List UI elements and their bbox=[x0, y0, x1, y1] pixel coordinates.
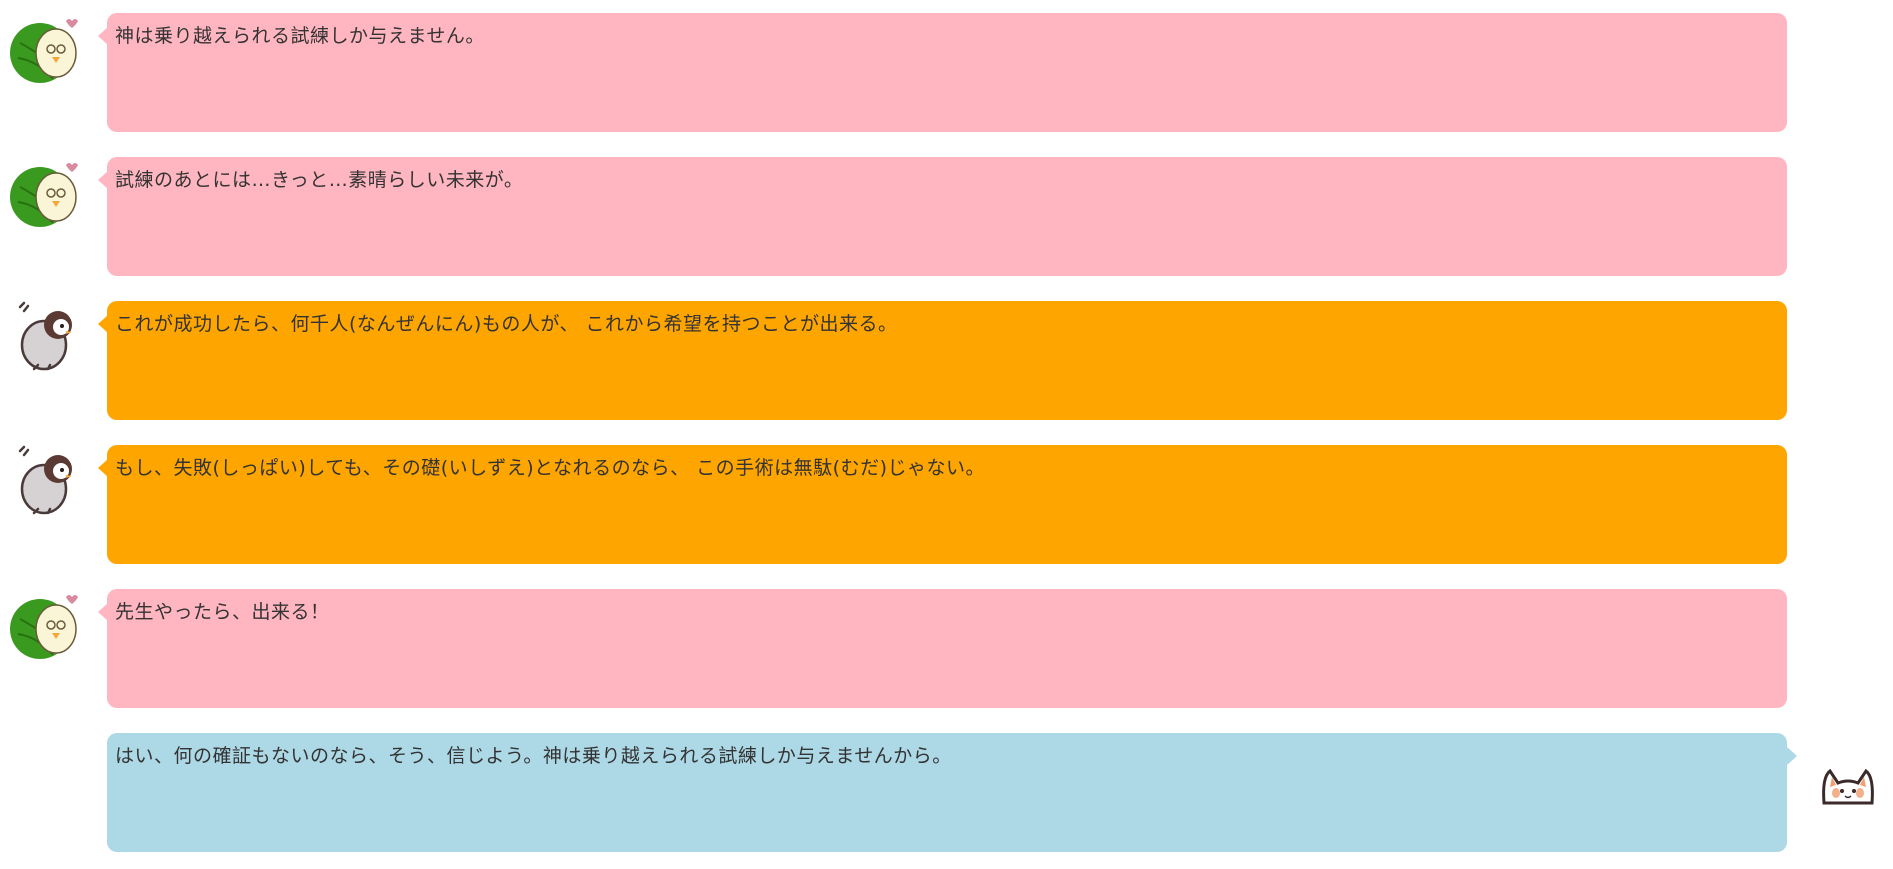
cat-avatar-icon bbox=[1818, 763, 1878, 813]
message-bubble: 試練のあとには…きっと…素晴らしい未来が。 bbox=[98, 157, 1787, 276]
bubble-tail bbox=[98, 315, 108, 333]
chat-message: 試練のあとには…きっと…素晴らしい未来が。 bbox=[0, 157, 1893, 277]
chat-message: これが成功したら、何千人(なんぜんにん)もの人が、 これから希望を持つことが出来… bbox=[0, 301, 1893, 421]
message-bubble: もし、失敗(しっぱい)しても、その礎(いしずえ)となれるのなら、 この手術は無駄… bbox=[98, 445, 1787, 564]
bubble-tail bbox=[98, 171, 108, 189]
chat-message: 先生やったら、出来る！ bbox=[0, 589, 1893, 709]
chat-message: 神は乗り越えられる試練しか与えません。 bbox=[0, 13, 1893, 133]
chat-message: もし、失敗(しっぱい)しても、その礎(いしずえ)となれるのなら、 この手術は無駄… bbox=[0, 445, 1893, 565]
bubble-tail bbox=[1787, 747, 1797, 765]
message-bubble: はい、何の確証もないのなら、そう、信じよう。神は乗り越えられる試練しか与えません… bbox=[107, 733, 1797, 852]
bird-with-leaf-avatar-icon bbox=[8, 157, 80, 229]
message-text: 試練のあとには…きっと…素晴らしい未来が。 bbox=[115, 169, 524, 191]
message-text: もし、失敗(しっぱい)しても、その礎(いしずえ)となれるのなら、 この手術は無駄… bbox=[115, 457, 985, 479]
bubble-tail bbox=[98, 27, 108, 45]
message-bubble: 先生やったら、出来る！ bbox=[98, 589, 1787, 708]
chat-log: 神は乗り越えられる試練しか与えません。 試練のあとには…きっと…素晴らしい未来が… bbox=[0, 0, 1893, 869]
penguin-chick-avatar-icon bbox=[8, 301, 80, 373]
bird-with-leaf-avatar-icon bbox=[8, 13, 80, 85]
message-text: はい、何の確証もないのなら、そう、信じよう。神は乗り越えられる試練しか与えません… bbox=[115, 745, 952, 767]
message-text: これが成功したら、何千人(なんぜんにん)もの人が、 これから希望を持つことが出来… bbox=[115, 313, 898, 335]
bird-with-leaf-avatar-icon bbox=[8, 589, 80, 661]
chat-message: はい、何の確証もないのなら、そう、信じよう。神は乗り越えられる試練しか与えません… bbox=[0, 733, 1893, 853]
message-bubble: これが成功したら、何千人(なんぜんにん)もの人が、 これから希望を持つことが出来… bbox=[98, 301, 1787, 420]
bubble-tail bbox=[98, 603, 108, 621]
penguin-chick-avatar-icon bbox=[8, 445, 80, 517]
message-text: 神は乗り越えられる試練しか与えません。 bbox=[115, 25, 485, 47]
message-bubble: 神は乗り越えられる試練しか与えません。 bbox=[98, 13, 1787, 132]
bubble-tail bbox=[98, 459, 108, 477]
message-text: 先生やったら、出来る！ bbox=[115, 601, 330, 623]
